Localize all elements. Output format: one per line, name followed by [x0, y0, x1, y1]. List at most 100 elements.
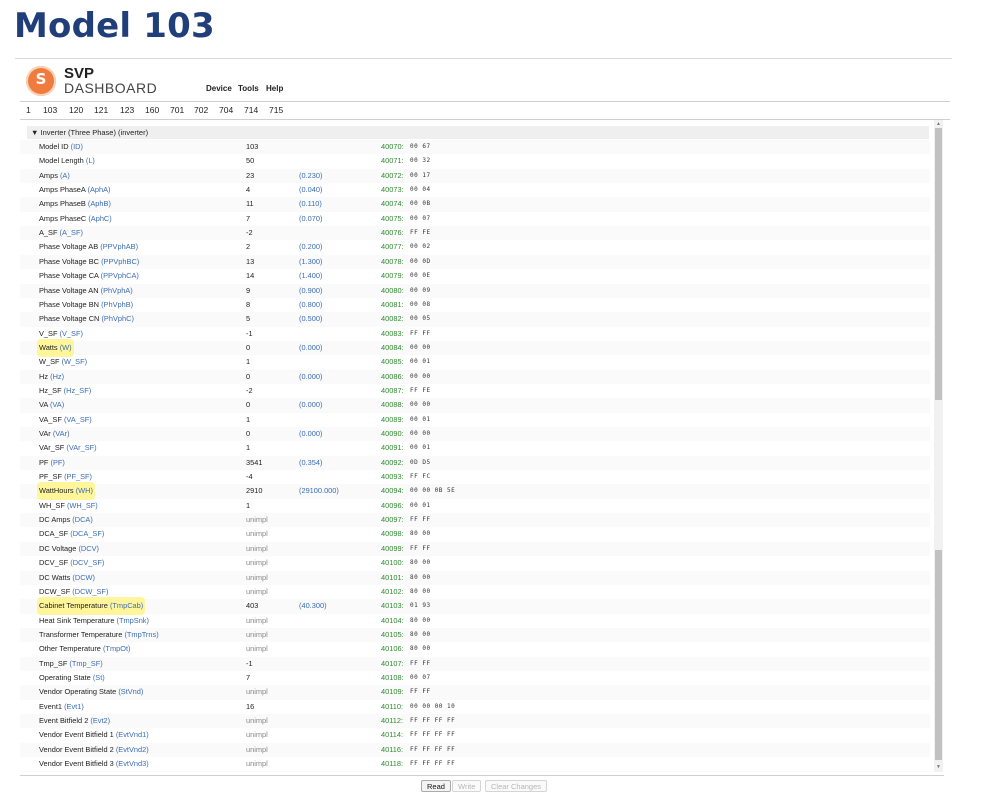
point-value[interactable]: 403: [246, 599, 258, 613]
point-name: Phase Voltage CN: [39, 314, 100, 324]
tab-model-121[interactable]: 121: [94, 105, 108, 115]
point-name: DC Voltage: [39, 543, 77, 553]
point-value[interactable]: -1: [246, 657, 253, 671]
point-value[interactable]: unimpl: [246, 513, 268, 527]
menu-device[interactable]: Device: [206, 84, 232, 93]
point-label: A_SF (A_SF): [39, 226, 83, 240]
point-value[interactable]: -4: [246, 470, 253, 484]
point-value[interactable]: 7: [246, 212, 250, 226]
table-row: DCW_SF (DCW_SF) unimpl 40102: 80 00: [20, 585, 930, 599]
point-value[interactable]: 5: [246, 312, 250, 326]
point-value[interactable]: 2: [246, 240, 250, 254]
point-value[interactable]: 2910: [246, 484, 262, 498]
register-bytes: 00 0D: [410, 257, 431, 265]
tab-model-714[interactable]: 714: [244, 105, 258, 115]
collapse-triangle-icon[interactable]: ▼: [31, 128, 38, 137]
scaled-value: (29100.000): [299, 486, 339, 496]
point-id: (DCV): [78, 543, 99, 553]
point-value[interactable]: unimpl: [246, 556, 268, 570]
point-value[interactable]: 4: [246, 183, 250, 197]
scroll-up-icon[interactable]: ▲: [936, 121, 941, 127]
point-value[interactable]: unimpl: [246, 614, 268, 628]
point-value[interactable]: 23: [246, 169, 254, 183]
tab-model-120[interactable]: 120: [69, 105, 83, 115]
point-value[interactable]: -1: [246, 327, 253, 341]
tab-model-160[interactable]: 160: [145, 105, 159, 115]
tab-model-701[interactable]: 701: [170, 105, 184, 115]
register-bytes: FF FE: [410, 386, 431, 394]
point-value[interactable]: unimpl: [246, 585, 268, 599]
point-id: (StVnd): [118, 687, 144, 697]
point-value[interactable]: 1: [246, 441, 250, 455]
point-value[interactable]: unimpl: [246, 757, 268, 771]
register-bytes: FF FF FF FF: [410, 745, 456, 753]
scrollbar-thumb-lower[interactable]: [935, 550, 942, 760]
tab-model-702[interactable]: 702: [194, 105, 208, 115]
table-row: Vendor Event Bitfield 1 (EvtVnd1) unimpl 4…: [20, 728, 930, 742]
register-address: 40074:: [381, 199, 404, 209]
point-name: Phase Voltage AN: [39, 285, 99, 295]
point-value[interactable]: -2: [246, 384, 253, 398]
point-label: WattHours (WH): [39, 484, 93, 499]
table-row: WH_SF (WH_SF) 1 40096: 00 01: [20, 499, 930, 513]
point-value[interactable]: 1: [246, 499, 250, 513]
point-value[interactable]: 13: [246, 255, 254, 269]
point-value[interactable]: 1: [246, 355, 250, 369]
register-bytes: FF FE: [410, 229, 431, 237]
write-button[interactable]: Write: [452, 780, 482, 792]
point-label: DC Voltage (DCV): [39, 542, 99, 556]
read-button[interactable]: Read: [421, 780, 451, 792]
menu-tools[interactable]: Tools: [238, 84, 259, 93]
point-value[interactable]: unimpl: [246, 642, 268, 656]
point-value[interactable]: 9: [246, 284, 250, 298]
point-value[interactable]: 0: [246, 341, 250, 355]
scaled-value: (0.000): [299, 371, 323, 381]
point-value[interactable]: 16: [246, 700, 254, 714]
table-row: VA_SF (VA_SF) 1 40089: 00 01: [20, 413, 930, 427]
point-value[interactable]: unimpl: [246, 714, 268, 728]
point-value[interactable]: 0: [246, 398, 250, 412]
point-name: WattHours: [39, 486, 74, 496]
table-row: A_SF (A_SF) -2 40076: FF FE: [20, 226, 930, 241]
point-value[interactable]: 0: [246, 427, 250, 441]
point-value[interactable]: -2: [246, 226, 253, 240]
section-header[interactable]: ▼ Inverter (Three Phase) (inverter): [27, 126, 929, 139]
table-row: Watts (W) 0 (0.000) 40084: 00 00: [20, 340, 930, 356]
point-value[interactable]: 3541: [246, 456, 262, 470]
point-name: DCW_SF: [39, 586, 71, 596]
tab-model-103[interactable]: 103: [43, 105, 57, 115]
scrollbar-thumb-upper[interactable]: [935, 128, 942, 400]
point-value[interactable]: 1: [246, 413, 250, 427]
register-address: 40092:: [381, 457, 404, 467]
point-value[interactable]: unimpl: [246, 685, 268, 699]
point-value[interactable]: unimpl: [246, 728, 268, 742]
point-id: (DCW_SF): [72, 586, 109, 596]
scroll-down-icon[interactable]: ▼: [936, 764, 941, 770]
point-name: Phase Voltage AB: [39, 242, 99, 252]
register-address: 40101:: [381, 572, 404, 582]
point-name: Event Bitfield 2: [39, 716, 89, 725]
point-value[interactable]: 50: [246, 154, 254, 168]
point-value[interactable]: unimpl: [246, 771, 268, 772]
point-value[interactable]: unimpl: [246, 527, 268, 541]
vertical-scrollbar[interactable]: ▲ ▼: [934, 120, 943, 772]
point-value[interactable]: 14: [246, 269, 254, 283]
register-address: 40081:: [381, 299, 404, 309]
clear-changes-button[interactable]: Clear Changes: [485, 780, 548, 792]
menu-help[interactable]: Help: [266, 84, 283, 93]
tab-model-123[interactable]: 123: [120, 105, 134, 115]
point-value[interactable]: unimpl: [246, 743, 268, 757]
point-value[interactable]: 11: [246, 197, 254, 211]
point-id: (PF): [50, 457, 65, 467]
point-value[interactable]: 0: [246, 370, 250, 384]
point-value[interactable]: unimpl: [246, 628, 268, 642]
register-address: 40079:: [381, 271, 404, 281]
tab-model-715[interactable]: 715: [269, 105, 283, 115]
point-value[interactable]: unimpl: [246, 571, 268, 585]
point-value[interactable]: unimpl: [246, 542, 268, 556]
tab-model-1[interactable]: 1: [26, 105, 31, 115]
point-value[interactable]: 7: [246, 671, 250, 685]
tab-model-704[interactable]: 704: [219, 105, 233, 115]
point-value[interactable]: 8: [246, 298, 250, 312]
point-value[interactable]: 103: [246, 140, 258, 154]
